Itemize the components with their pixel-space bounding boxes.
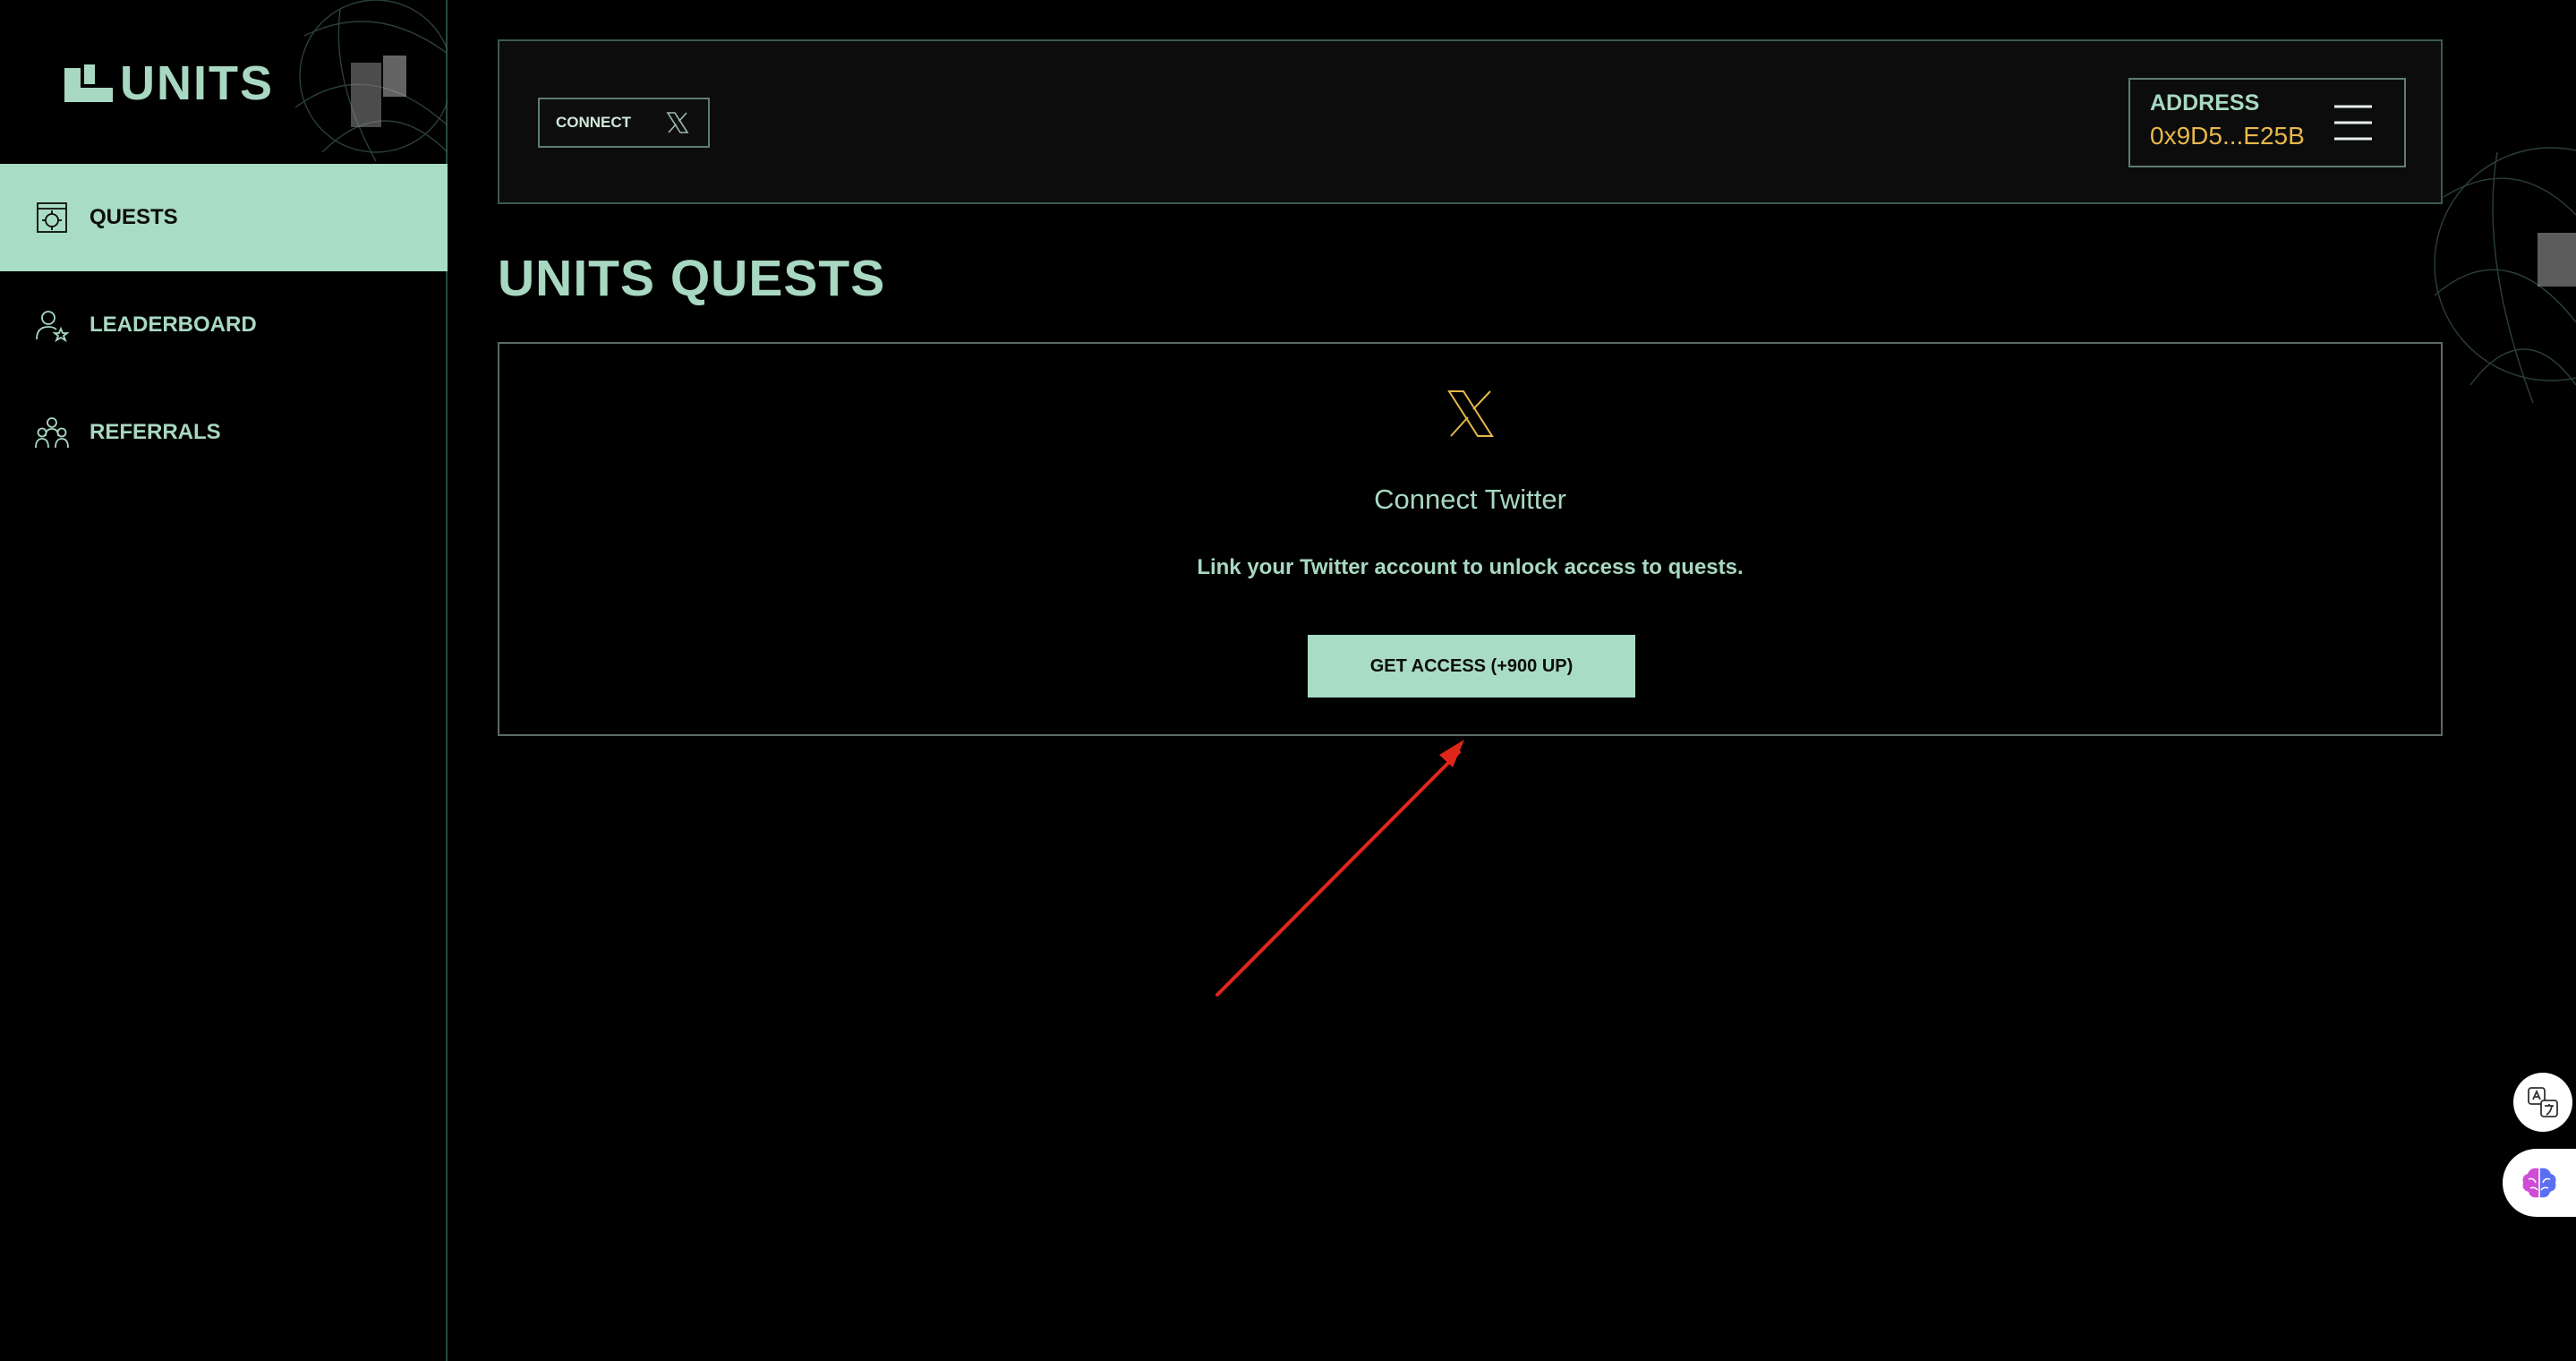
x-logo-icon — [666, 112, 689, 133]
x-logo-icon — [1447, 390, 1494, 437]
get-access-button[interactable]: GET ACCESS (+900 UP) — [1308, 635, 1635, 698]
sidebar-item-label: LEADERBOARD — [90, 312, 257, 337]
translate-button[interactable] — [2513, 1073, 2572, 1132]
hamburger-menu-icon[interactable] — [2333, 103, 2374, 142]
card-title: Connect Twitter — [1374, 484, 1566, 515]
sidebar-item-leaderboard[interactable]: LEADERBOARD — [0, 271, 448, 379]
logo-mark-icon — [64, 64, 113, 102]
wallet-address-box[interactable]: ADDRESS 0x9D5...E25B — [2128, 78, 2406, 167]
connect-x-button[interactable]: CONNECT — [538, 98, 710, 148]
translate-icon — [2528, 1087, 2558, 1117]
quests-icon — [37, 202, 67, 233]
referrals-icon — [35, 417, 69, 449]
connect-twitter-card: Connect Twitter Link your Twitter accoun… — [498, 342, 2443, 736]
connect-label: CONNECT — [556, 114, 632, 131]
annotation-arrow — [1215, 740, 1464, 997]
brain-icon — [2522, 1168, 2556, 1198]
logo-decoration — [294, 0, 448, 162]
ai-assistant-button[interactable] — [2503, 1149, 2576, 1217]
sidebar-item-quests[interactable]: QUESTS — [0, 164, 448, 271]
logo[interactable]: UNITS — [63, 59, 274, 107]
logo-area: UNITS — [0, 0, 448, 164]
page-title: UNITS QUESTS — [498, 250, 886, 307]
sidebar-item-referrals[interactable]: REFERRALS — [0, 379, 448, 486]
right-edge-decoration — [2434, 147, 2576, 404]
sidebar: UNITS QUESTS LEADERBOARD REFERRALS — [0, 0, 448, 1361]
sidebar-item-label: REFERRALS — [90, 420, 221, 444]
card-description: Link your Twitter account to unlock acce… — [1197, 555, 1744, 579]
logo-text: UNITS — [120, 56, 274, 110]
top-bar: CONNECT ADDRESS 0x9D5...E25B — [498, 39, 2443, 204]
sidebar-item-label: QUESTS — [90, 205, 178, 229]
leaderboard-icon — [36, 311, 70, 343]
